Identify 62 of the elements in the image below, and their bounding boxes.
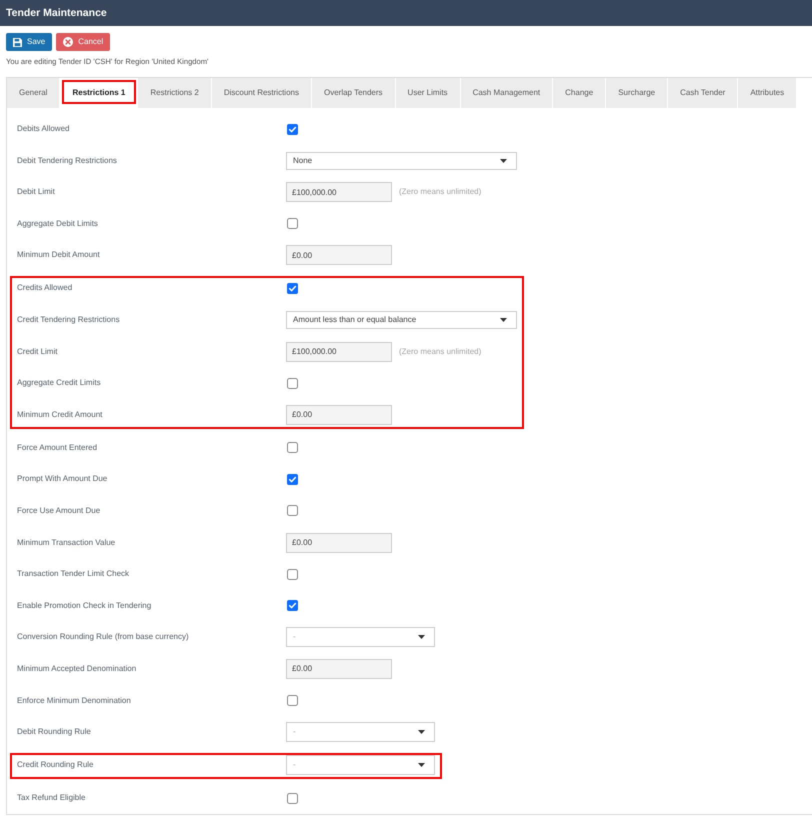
field-label: Debit Limit bbox=[17, 187, 55, 198]
hint-text: (Zero means unlimited) bbox=[399, 187, 482, 198]
checkbox[interactable] bbox=[287, 695, 298, 706]
field-label: Debit Tendering Restrictions bbox=[17, 156, 117, 166]
checkbox[interactable] bbox=[287, 282, 298, 294]
field-label: Transaction Tender Limit Check bbox=[17, 569, 130, 580]
tab[interactable]: Surcharge bbox=[606, 78, 668, 108]
field-label: Debits Allowed bbox=[17, 124, 70, 134]
text-field[interactable]: £0.00 bbox=[286, 404, 392, 425]
tab[interactable]: User Limits bbox=[396, 78, 460, 108]
checkbox[interactable] bbox=[287, 792, 298, 804]
hint-text: (Zero means unlimited) bbox=[399, 346, 482, 357]
text-field[interactable]: £0.00 bbox=[286, 658, 392, 679]
field-label: Minimum Transaction Value bbox=[17, 538, 116, 548]
checkbox[interactable] bbox=[287, 124, 298, 134]
caret-icon bbox=[500, 158, 507, 163]
cancel-button[interactable]: Cancel bbox=[56, 33, 110, 51]
field-label: Aggregate Debit Limits bbox=[17, 218, 98, 229]
window-title: Tender Maintenance bbox=[6, 6, 107, 20]
field-label: Enforce Minimum Denomination bbox=[17, 696, 131, 706]
caret-icon bbox=[418, 635, 425, 640]
checkbox[interactable] bbox=[287, 442, 298, 454]
checkbox[interactable] bbox=[287, 474, 298, 485]
checkbox[interactable] bbox=[287, 378, 298, 389]
checkbox[interactable] bbox=[287, 218, 298, 230]
tab[interactable]: Change bbox=[553, 78, 606, 108]
tab[interactable]: Restrictions 2 bbox=[138, 78, 211, 108]
field-label: Aggregate Credit Limits bbox=[17, 378, 101, 388]
save-button[interactable]: Save bbox=[6, 33, 52, 51]
caret-icon bbox=[418, 730, 425, 734]
checkbox[interactable] bbox=[287, 505, 298, 516]
tab[interactable]: Attributes bbox=[738, 78, 796, 108]
dropdown-field[interactable]: Amount less than or equal balance bbox=[286, 310, 517, 329]
caret-icon bbox=[500, 318, 507, 322]
field-label: Debit Rounding Rule bbox=[17, 727, 91, 738]
field-label: Prompt With Amount Due bbox=[17, 474, 108, 484]
field-label: Force Amount Entered bbox=[17, 442, 98, 453]
field-label: Minimum Accepted Denomination bbox=[17, 664, 136, 674]
field-label: Enable Promotion Check in Tendering bbox=[17, 600, 152, 611]
caret-icon bbox=[418, 763, 425, 768]
field-label: Minimum Credit Amount bbox=[17, 410, 102, 420]
field-label: Force Use Amount Due bbox=[17, 506, 100, 516]
checkbox[interactable] bbox=[287, 600, 298, 612]
field-label: Minimum Debit Amount bbox=[17, 250, 100, 260]
text-field[interactable]: £100,000.00 bbox=[286, 342, 392, 362]
tab[interactable]: Discount Restrictions bbox=[212, 78, 311, 108]
field-label: Credit Tendering Restrictions bbox=[17, 314, 120, 325]
tab[interactable]: General bbox=[7, 78, 60, 108]
text-field[interactable]: £0.00 bbox=[286, 245, 392, 266]
field-label: Conversion Rounding Rule (from base currency) bbox=[17, 632, 189, 642]
tab[interactable]: Cash Management bbox=[460, 78, 552, 108]
field-label: Credit Rounding Rule bbox=[17, 760, 94, 770]
text-field[interactable]: £100,000.00 bbox=[286, 182, 392, 202]
tab[interactable]: Cash Tender bbox=[668, 78, 738, 108]
close-icon bbox=[63, 37, 74, 47]
field-label: Credit Limit bbox=[17, 346, 58, 357]
field-label: Tax Refund Eligible bbox=[17, 793, 86, 804]
dropdown-field[interactable]: None bbox=[286, 152, 517, 170]
tab[interactable]: Overlap Tenders bbox=[312, 78, 395, 108]
checkbox[interactable] bbox=[287, 568, 298, 580]
text-field[interactable]: £0.00 bbox=[286, 532, 392, 553]
field-label: Credits Allowed bbox=[17, 283, 72, 294]
